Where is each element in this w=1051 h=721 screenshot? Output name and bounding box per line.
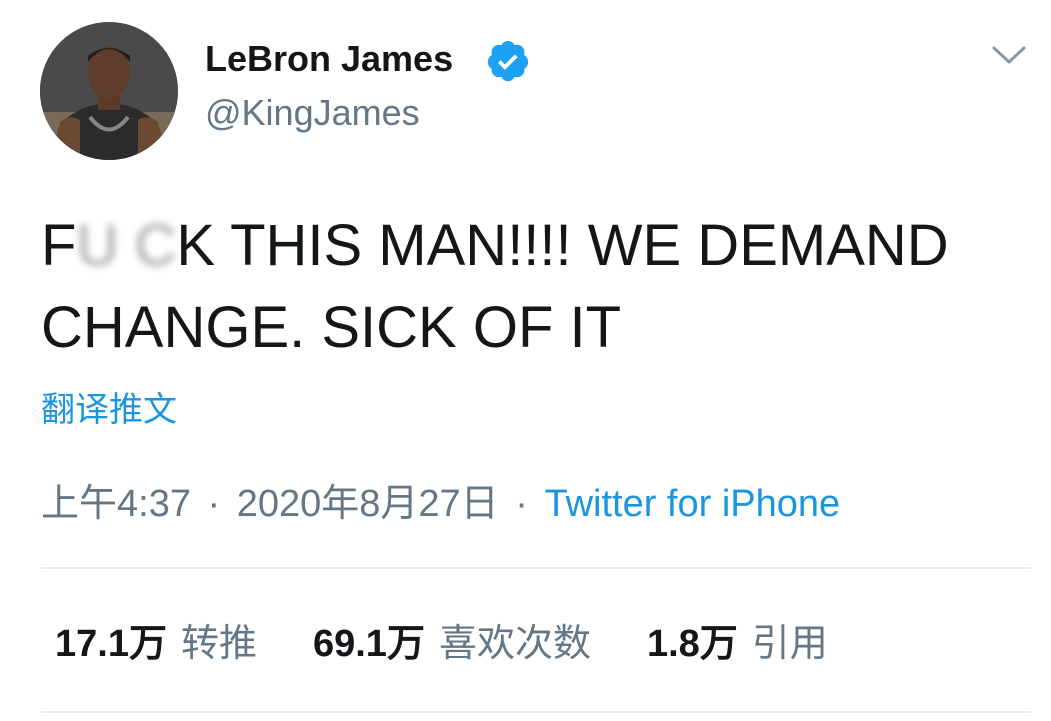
divider-bottom <box>41 711 1031 713</box>
retweets-stat[interactable]: 17.1万 转推 <box>55 612 257 667</box>
tweet-meta: 上午4:37 · 2020年8月27日 · Twitter for iPhone <box>41 472 840 527</box>
likes-label: 喜欢次数 <box>438 623 591 665</box>
display-name[interactable]: LeBron James <box>205 38 453 80</box>
meta-separator: · <box>207 483 221 525</box>
tweet-text: FU CK THIS MAN!!!! WE DEMAND CHANGE. SIC… <box>41 205 1001 369</box>
avatar[interactable] <box>40 22 178 160</box>
tweet-date[interactable]: 2020年8月27日 <box>237 483 499 525</box>
tweet-text-prefix: F <box>41 213 77 278</box>
quotes-label: 引用 <box>751 623 828 665</box>
likes-stat[interactable]: 69.1万 喜欢次数 <box>313 612 591 667</box>
tweet-source-link[interactable]: Twitter for iPhone <box>544 483 840 525</box>
divider <box>41 567 1031 569</box>
quotes-stat[interactable]: 1.8万 引用 <box>647 612 828 667</box>
censored-text: U C <box>76 213 177 278</box>
user-handle[interactable]: @KingJames <box>205 92 420 134</box>
tweet-stats: 17.1万 转推 69.1万 喜欢次数 1.8万 引用 <box>55 612 884 667</box>
retweets-count: 17.1万 <box>55 623 167 665</box>
likes-count: 69.1万 <box>312 623 425 665</box>
quotes-count: 1.8万 <box>646 623 738 665</box>
tweet-text-rest: K THIS MAN!!!! WE DEMAND CHANGE. SICK OF… <box>41 213 949 360</box>
verified-badge-icon <box>487 40 529 82</box>
chevron-down-icon[interactable] <box>990 40 1028 68</box>
tweet-time[interactable]: 上午4:37 <box>41 483 191 525</box>
retweets-label: 转推 <box>180 623 257 665</box>
avatar-image <box>40 22 178 160</box>
meta-separator-2: · <box>515 483 528 525</box>
translate-tweet-link[interactable]: 翻译推文 <box>41 382 177 431</box>
